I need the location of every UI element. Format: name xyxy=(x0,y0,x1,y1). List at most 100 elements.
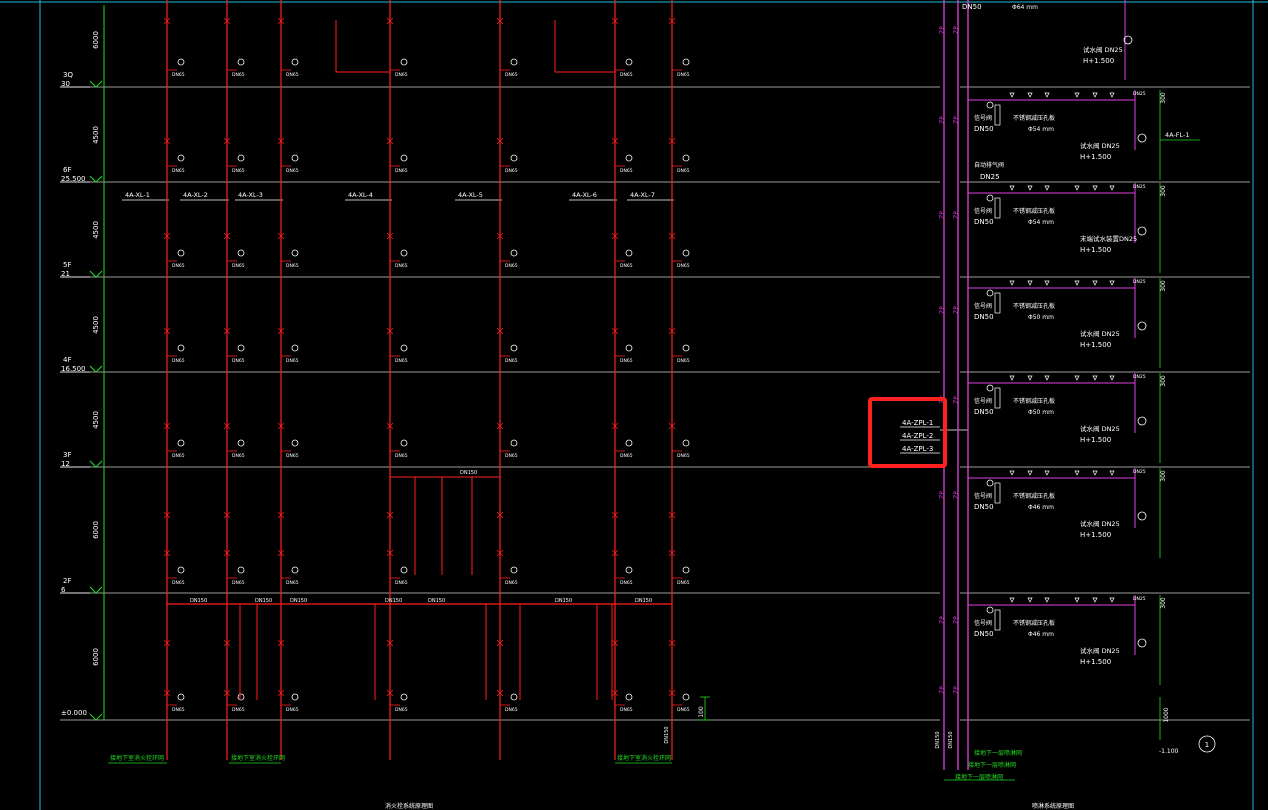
dimension-text: 300 xyxy=(1160,92,1167,104)
ground-elevation-text: ±0.000 xyxy=(61,709,87,717)
riser-label-text: 4A-XL-6 xyxy=(572,191,597,199)
dn-text: DN65 xyxy=(620,580,633,586)
dimension-text: 100 xyxy=(698,706,705,718)
floor-name-text: 2F xyxy=(63,577,71,585)
signal-valve-text: 信号阀 xyxy=(974,114,992,122)
dn-text: DN65 xyxy=(620,72,633,78)
bottom-connection-text: 接地下一层喷淋网 xyxy=(974,749,1022,757)
zpl-label-text: 4A-ZPL-1 xyxy=(902,419,933,427)
fl-label-text: 4A-FL-1 xyxy=(1165,131,1190,139)
dn-text: DN65 xyxy=(286,358,299,364)
signal-valve-text: 信号阀 xyxy=(974,207,992,215)
floor-elevation-text: 25.500 xyxy=(61,175,86,183)
test-valve-text: 末端试水装置DN25 xyxy=(1080,234,1137,243)
dn-text: DN65 xyxy=(677,453,690,459)
bottom-connection-text: 接地下室消火栓环网 xyxy=(617,754,671,762)
floor-height-text: 6000 xyxy=(92,521,100,539)
test-valve-text: 试水阀 DN25 xyxy=(1080,646,1120,655)
dimension-text: 300 xyxy=(1160,375,1167,387)
test-height-text: H+1.500 xyxy=(1080,246,1111,254)
floor-name-text: 3F xyxy=(63,451,71,459)
dn-text: DN65 xyxy=(677,72,690,78)
dn-text: DN65 xyxy=(232,453,245,459)
floor-height-text: 4500 xyxy=(92,411,100,429)
zone-dn-text: DN50 xyxy=(974,503,994,511)
floor-elevation-text: 30 xyxy=(61,80,70,88)
floor-elevation-text: 6 xyxy=(61,586,66,594)
orifice-size-text: Φ46 mm xyxy=(1028,631,1054,638)
elevation-text: -1.100 xyxy=(1159,748,1179,755)
test-height-text: H+1.500 xyxy=(1080,658,1111,666)
riser-label-text: 4A-XL-4 xyxy=(348,191,373,199)
riser-label-text: 4A-XL-2 xyxy=(183,191,208,199)
cad-drawing-canvas[interactable]: 6000 4500 4500 4500 4500 6000 6000 3Q30 6F25.500… xyxy=(0,0,1268,810)
signal-valve-text: 信号阀 xyxy=(974,492,992,500)
test-valve-text: 试水阀 DN25 xyxy=(1080,424,1120,433)
dn-text: DN65 xyxy=(232,263,245,269)
dimension-text: 300 xyxy=(1160,280,1167,292)
zp-riser-code: ZP xyxy=(939,306,946,314)
dn-text: DN65 xyxy=(395,263,408,269)
dn-text: DN65 xyxy=(505,168,518,174)
orifice-size-text: Φ50 mm xyxy=(1028,409,1054,416)
dimension-text: 1000 xyxy=(1163,707,1170,722)
zpl-label-text: 4A-ZPL-3 xyxy=(902,445,933,453)
dn-text: DN65 xyxy=(395,358,408,364)
floor-height-text: 4500 xyxy=(92,316,100,334)
auto-vent-text: 自动排气阀 xyxy=(974,161,1004,169)
bottom-connection-text: 接地下室消火栓环网 xyxy=(231,754,285,762)
top-dn-text: DN50 xyxy=(962,3,982,11)
dn-text: DN150 xyxy=(385,598,402,604)
dn-text: DN150 xyxy=(190,598,207,604)
dn-text: DN25 xyxy=(1133,91,1146,97)
orifice-text: 不锈钢减压孔板 xyxy=(1013,397,1055,405)
dn-text: DN65 xyxy=(620,168,633,174)
zp-riser-code: ZP xyxy=(953,686,960,694)
zp-riser-code: ZP xyxy=(939,211,946,219)
test-height-text: H+1.500 xyxy=(1080,531,1111,539)
dn-text: DN25 xyxy=(1133,184,1146,190)
zp-riser-code: ZP xyxy=(939,116,946,124)
dn-text: DN65 xyxy=(286,168,299,174)
dn-text: DN65 xyxy=(232,358,245,364)
dn-text: DN25 xyxy=(1133,374,1146,380)
dn-text: DN150 xyxy=(290,598,307,604)
zone-dn-text: DN50 xyxy=(974,630,994,638)
zp-riser-code: ZP xyxy=(953,616,960,624)
dn-text: DN65 xyxy=(286,72,299,78)
test-valve-text: 试水阀 DN25 xyxy=(1080,329,1120,338)
floor-name-text: 4F xyxy=(63,356,71,364)
floor-elevation-text: 16.500 xyxy=(61,365,86,373)
floor-height-text: 4500 xyxy=(92,221,100,239)
dimension-text: 300 xyxy=(1160,185,1167,197)
dn-text: DN65 xyxy=(505,580,518,586)
signal-valve-text: 信号阀 xyxy=(974,619,992,627)
top-size-text: Φ64 mm xyxy=(1012,4,1038,11)
riser-label-text: 4A-XL-7 xyxy=(630,191,655,199)
dn-text: DN150 xyxy=(428,598,445,604)
dn-text: DN65 xyxy=(620,358,633,364)
dn-text: DN150 xyxy=(948,731,954,748)
floor-height-text: 4500 xyxy=(92,126,100,144)
dn-text: DN65 xyxy=(677,263,690,269)
floor-elevation-text: 21 xyxy=(61,270,70,278)
signal-valve-text: 信号阀 xyxy=(974,302,992,310)
zone-dn-text: DN50 xyxy=(974,313,994,321)
dn-text: DN25 xyxy=(1133,469,1146,475)
riser-label-text: 4A-XL-5 xyxy=(458,191,483,199)
dn-text: DN65 xyxy=(620,707,633,713)
orifice-size-text: Φ54 mm xyxy=(1028,126,1054,133)
dn-text: DN65 xyxy=(677,580,690,586)
orifice-text: 不锈钢减压孔板 xyxy=(1013,207,1055,215)
dn-text: DN65 xyxy=(286,263,299,269)
floor-elevation-text: 12 xyxy=(61,460,70,468)
dn-text: DN65 xyxy=(395,72,408,78)
zp-riser-code: ZP xyxy=(939,491,946,499)
orifice-text: 不锈钢减压孔板 xyxy=(1013,302,1055,310)
dn-text: DN65 xyxy=(172,358,185,364)
zone-dn-text: DN50 xyxy=(974,125,994,133)
dn-text: DN65 xyxy=(172,580,185,586)
dn-text: DN65 xyxy=(505,453,518,459)
dn-text: DN65 xyxy=(172,707,185,713)
floor-name-text: 5F xyxy=(63,261,71,269)
